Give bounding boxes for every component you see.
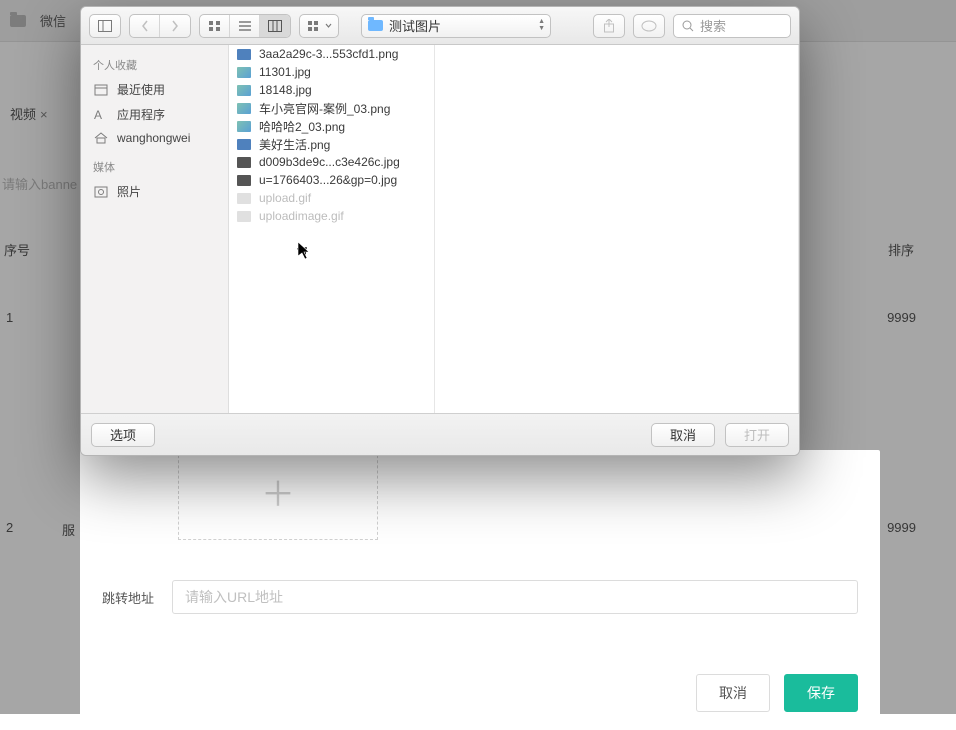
dialog-footer: 选项 取消 打开 — [81, 413, 799, 455]
file-name: 车小亮官网-案例_03.png — [259, 100, 390, 117]
sidebar-icon — [98, 20, 112, 32]
dialog-open-button[interactable]: 打开 — [725, 423, 789, 447]
sidebar-item-recent[interactable]: 最近使用 — [81, 77, 228, 102]
file-row[interactable]: 美好生活.png — [229, 135, 434, 153]
file-thumb-icon — [237, 175, 251, 186]
view-icons-button[interactable] — [200, 15, 230, 37]
file-thumb-icon — [237, 103, 251, 114]
sidebar-item-photos[interactable]: 照片 — [81, 179, 228, 204]
upload-dropzone[interactable]: ＋ — [178, 450, 378, 540]
file-name: upload.gif — [259, 191, 311, 205]
share-button[interactable] — [594, 15, 624, 37]
recent-icon — [93, 83, 109, 97]
file-name: 11301.jpg — [259, 65, 311, 79]
nav-forward-button[interactable] — [160, 15, 190, 37]
sidebar-toggle-seg — [89, 14, 121, 38]
view-list-button[interactable] — [230, 15, 260, 37]
dialog-cancel-button[interactable]: 取消 — [651, 423, 715, 447]
file-row: upload.gif — [229, 189, 434, 207]
file-thumb-icon — [237, 85, 251, 96]
folder-icon — [368, 20, 383, 31]
file-column[interactable]: 3aa2a29c-3...553cfd1.png 11301.jpg 18148.j… — [229, 45, 435, 413]
sidebar-item-label: 应用程序 — [117, 106, 165, 123]
toggle-sidebar-button[interactable] — [90, 15, 120, 37]
file-open-dialog: 测试图片 ▲▼ 搜索 个人收藏 最近使用 — [80, 6, 800, 456]
dialog-columns: 3aa2a29c-3...553cfd1.png 11301.jpg 18148.j… — [229, 45, 799, 413]
file-name: 18148.jpg — [259, 83, 312, 97]
path-label: 测试图片 — [389, 16, 441, 35]
jump-row: 跳转地址 — [80, 580, 880, 614]
nav-seg — [129, 14, 191, 38]
tag-icon — [641, 20, 657, 32]
file-row[interactable]: 车小亮官网-案例_03.png — [229, 99, 434, 117]
file-row[interactable]: 哈哈哈2_03.png — [229, 117, 434, 135]
chevron-down-icon — [325, 23, 332, 28]
sidebar-item-home[interactable]: wanghongwei — [81, 127, 228, 149]
file-row[interactable]: 11301.jpg — [229, 63, 434, 81]
file-thumb-icon — [237, 121, 251, 132]
file-name: 哈哈哈2_03.png — [259, 118, 345, 135]
updown-icon: ▲▼ — [538, 18, 545, 32]
list-icon — [238, 20, 252, 32]
file-name: u=1766403...26&gp=0.jpg — [259, 173, 397, 187]
sidebar-header-media: 媒体 — [81, 155, 228, 179]
grid-icon — [208, 20, 222, 32]
photos-icon — [93, 185, 109, 199]
jump-url-input[interactable] — [172, 580, 858, 614]
tag-seg — [633, 14, 665, 38]
view-columns-button[interactable] — [260, 15, 290, 37]
home-icon — [93, 131, 109, 145]
file-thumb-icon — [237, 139, 251, 150]
file-name: 3aa2a29c-3...553cfd1.png — [259, 47, 398, 61]
file-row: uploadimage.gif — [229, 207, 434, 225]
front-panel: ＋ 跳转地址 取消 保存 — [80, 450, 880, 730]
group-icon — [307, 20, 323, 32]
file-thumb-icon — [237, 49, 251, 60]
group-seg — [299, 14, 339, 38]
sidebar-header-favorites: 个人收藏 — [81, 53, 228, 77]
sidebar-item-label: wanghongwei — [117, 131, 190, 145]
file-row[interactable]: 18148.jpg — [229, 81, 434, 99]
share-seg — [593, 14, 625, 38]
file-thumb-icon — [237, 67, 251, 78]
file-row[interactable]: 3aa2a29c-3...553cfd1.png — [229, 45, 434, 63]
svg-text:A: A — [94, 108, 102, 122]
dialog-sidebar: 个人收藏 最近使用 A 应用程序 wanghongwei 媒体 照片 — [81, 45, 229, 413]
file-column-empty — [435, 45, 799, 413]
sidebar-item-label: 最近使用 — [117, 81, 165, 98]
file-thumb-icon — [237, 211, 251, 222]
dialog-toolbar: 测试图片 ▲▼ 搜索 — [81, 7, 799, 45]
apps-icon: A — [93, 108, 109, 122]
front-button-row: 取消 保存 — [696, 674, 858, 712]
sidebar-item-apps[interactable]: A 应用程序 — [81, 102, 228, 127]
file-name: uploadimage.gif — [259, 209, 344, 223]
group-by-button[interactable] — [300, 15, 338, 37]
nav-back-button[interactable] — [130, 15, 160, 37]
share-icon — [603, 19, 615, 33]
dialog-body: 个人收藏 最近使用 A 应用程序 wanghongwei 媒体 照片 3aa2a… — [81, 45, 799, 413]
cancel-button[interactable]: 取消 — [696, 674, 770, 712]
plus-icon: ＋ — [261, 478, 295, 512]
sidebar-item-label: 照片 — [117, 183, 141, 200]
view-mode-seg — [199, 14, 291, 38]
columns-icon — [268, 20, 282, 32]
file-name: d009b3de9c...c3e426c.jpg — [259, 155, 400, 169]
jump-label: 跳转地址 — [102, 588, 154, 607]
options-button[interactable]: 选项 — [91, 423, 155, 447]
tag-button[interactable] — [634, 15, 664, 37]
save-button[interactable]: 保存 — [784, 674, 858, 712]
search-placeholder: 搜索 — [700, 16, 726, 35]
file-row[interactable]: u=1766403...26&gp=0.jpg — [229, 171, 434, 189]
search-icon — [682, 20, 694, 32]
file-thumb-icon — [237, 157, 251, 168]
file-row[interactable]: d009b3de9c...c3e426c.jpg — [229, 153, 434, 171]
search-field[interactable]: 搜索 — [673, 14, 791, 38]
chevron-left-icon — [141, 20, 149, 32]
chevron-right-icon — [171, 20, 179, 32]
file-thumb-icon — [237, 193, 251, 204]
path-selector[interactable]: 测试图片 ▲▼ — [361, 14, 551, 38]
file-name: 美好生活.png — [259, 136, 330, 153]
